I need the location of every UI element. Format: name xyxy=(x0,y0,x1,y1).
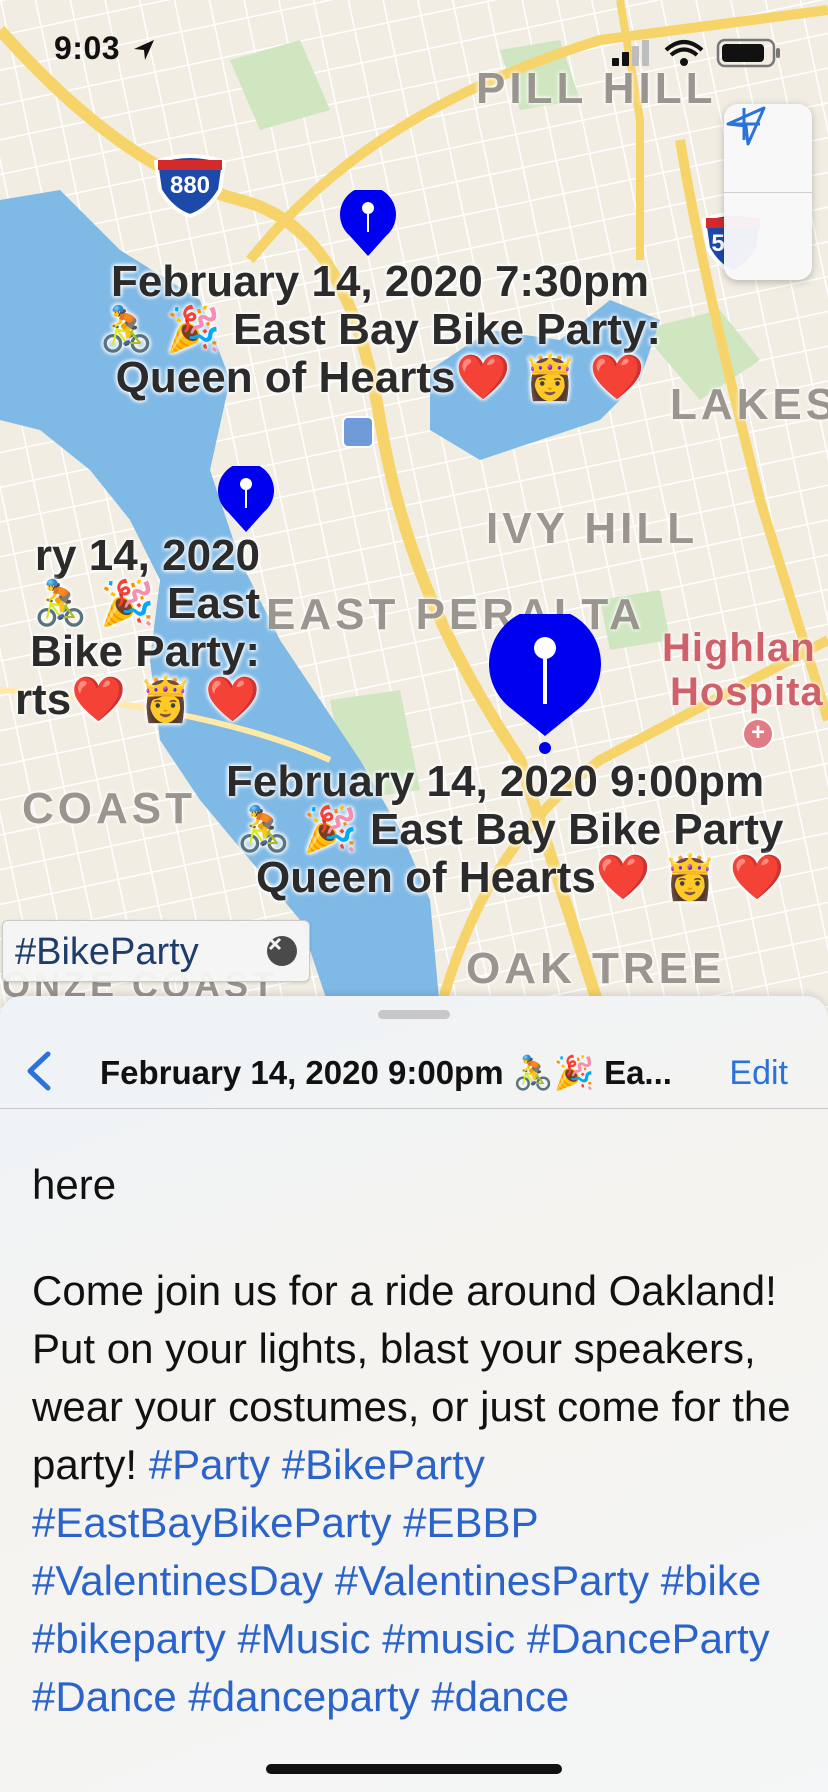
description-paragraph: here xyxy=(32,1161,117,1208)
transit-icon xyxy=(342,416,374,448)
highway-shield-880: 880 xyxy=(150,152,230,218)
highway-shield-label: 880 xyxy=(169,172,211,199)
location-services-icon xyxy=(134,40,154,60)
sheet-title: February 14, 2020 9:00pm 🚴🎉 Ea... xyxy=(100,1054,672,1091)
status-time: 9:03 xyxy=(54,30,121,66)
home-indicator[interactable] xyxy=(266,1764,562,1774)
navbar-divider xyxy=(0,1108,828,1109)
sheet-grabber[interactable] xyxy=(378,1010,450,1019)
wifi-icon xyxy=(664,40,704,66)
status-bar: 9:03 xyxy=(0,0,828,96)
map-view[interactable]: 880 5 PILL HILL LAKES IVY HILL EAST PERA… xyxy=(0,0,828,1010)
area-label-ivy-hill: IVY HILL xyxy=(486,504,699,553)
area-label-oak-tree: OAK TREE xyxy=(466,944,726,993)
chevron-left-icon xyxy=(27,1051,51,1091)
map-pin[interactable] xyxy=(216,466,276,534)
area-label-coast: COAST xyxy=(22,784,196,833)
clear-x-icon[interactable] xyxy=(267,936,297,966)
map-pin-selected[interactable] xyxy=(488,614,602,754)
pin-label-event: 🚴 🎉 East Bay Bike Party xyxy=(236,805,784,854)
pin-label-date: February 14, 2020 7:30pm xyxy=(110,257,650,306)
pin-label-event-2: Queen of Hearts❤️ 👸 ❤️ xyxy=(256,853,785,902)
event-description: here Come join us for a ride around Oakl… xyxy=(32,1156,812,1774)
pin-label-event: 🚴 🎉 East Bay Bike Party: xyxy=(98,305,661,354)
description-paragraph: Come join us for a ride around Oakland! … xyxy=(32,1262,812,1726)
pin-label-event-2: Queen of Hearts❤️ 👸 ❤️ xyxy=(115,353,645,402)
pin-label-date: ry 14, 2020 xyxy=(34,531,260,580)
back-button[interactable] xyxy=(18,1046,62,1096)
map-pin[interactable] xyxy=(338,190,398,258)
map-controls xyxy=(724,104,812,280)
status-icons xyxy=(608,36,798,75)
pin-label-event-2: Bike Party: xyxy=(30,627,260,676)
filter-chip[interactable]: #BikeParty xyxy=(2,920,310,982)
plus-icon xyxy=(728,108,760,140)
event-detail-sheet[interactable]: February 14, 2020 9:00pm 🚴🎉 Ea... Edit h… xyxy=(0,996,828,1792)
pin-label: ry 14, 2020 🚴 🎉 East Bike Party: rts❤️ 👸… xyxy=(0,532,260,724)
sheet-navbar: February 14, 2020 9:00pm 🚴🎉 Ea... Edit xyxy=(0,1036,828,1106)
pin-label-event-3: rts❤️ 👸 ❤️ xyxy=(14,675,260,724)
area-label-highland: Highlan xyxy=(662,626,816,670)
cellular-signal-icon xyxy=(612,40,649,66)
edit-button[interactable]: Edit xyxy=(729,1054,788,1093)
filter-chip-label: #BikeParty xyxy=(15,931,199,973)
hospital-icon: + xyxy=(742,718,774,750)
area-label-hospital: Hospita xyxy=(670,670,824,714)
pin-label-event: 🚴 🎉 East xyxy=(33,579,260,628)
pin-label: February 14, 2020 9:00pm 🚴 🎉 East Bay Bi… xyxy=(226,758,828,902)
zoom-in-button[interactable] xyxy=(724,108,812,280)
battery-icon xyxy=(716,38,780,68)
pin-label: February 14, 2020 7:30pm 🚴 🎉 East Bay Bi… xyxy=(40,258,720,402)
pin-label-date: February 14, 2020 9:00pm xyxy=(226,757,765,806)
